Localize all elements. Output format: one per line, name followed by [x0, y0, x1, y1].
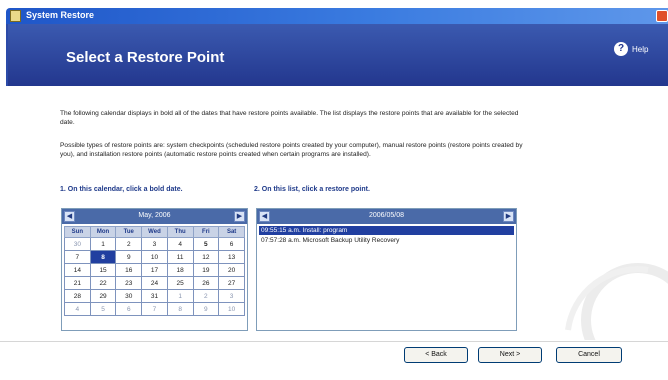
calendar-date-cell[interactable]: 30	[115, 289, 143, 303]
calendar-date-cell[interactable]: 16	[115, 263, 143, 277]
calendar-date-cell[interactable]: 21	[64, 276, 91, 290]
calendar-date-cell[interactable]: 4	[166, 237, 194, 251]
calendar-date-cell[interactable]: 6	[115, 302, 143, 316]
cancel-button[interactable]: Cancel	[556, 347, 622, 363]
window-title: System Restore	[26, 10, 95, 20]
list-next-day-button[interactable]: ▶	[503, 211, 514, 222]
calendar-date-cell[interactable]: 23	[115, 276, 143, 290]
calendar-date-cell[interactable]: 25	[166, 276, 194, 290]
calendar-date-cell[interactable]: 12	[192, 250, 220, 264]
calendar-day-header: Thu	[166, 226, 194, 238]
calendar-day-header: Fri	[192, 226, 220, 238]
list-header: ◀ 2006/05/08 ▶	[257, 209, 516, 224]
calendar-date-cell[interactable]: 30	[64, 237, 91, 251]
list-date-label: 2006/05/08	[368, 212, 405, 219]
back-button[interactable]: < Back	[404, 347, 468, 363]
calendar-date-cell[interactable]: 7	[141, 302, 168, 316]
calendar-month-label: May, 2006	[138, 212, 171, 219]
calendar-date-cell[interactable]: 22	[89, 276, 117, 290]
help-icon: ?	[614, 42, 628, 56]
calendar-week-row: 28 29 30 31 1 2 3	[64, 289, 245, 303]
calendar-date-cell[interactable]: 13	[218, 250, 245, 264]
calendar-grid: Sun Mon Tue Wed Thu Fri Sat 30 1 2 3 4 5 6 7 8 9 10 11 12 1…	[64, 226, 245, 316]
calendar-date-cell[interactable]: 4	[64, 302, 91, 316]
calendar-date-cell[interactable]: 14	[64, 263, 91, 277]
calendar-next-month-button[interactable]: ▶	[234, 211, 245, 222]
next-button[interactable]: Next >	[478, 347, 542, 363]
calendar-day-header: Sat	[218, 226, 245, 238]
restore-point-row[interactable]: 09:55:15 a.m. Install: program	[259, 226, 514, 235]
calendar-week-row: 14 15 16 17 18 19 20	[64, 263, 245, 277]
calendar-date-cell[interactable]: 27	[218, 276, 245, 290]
calendar-date-cell[interactable]: 18	[166, 263, 194, 277]
close-icon[interactable]	[656, 10, 668, 22]
header-banner: Select a Restore Point ? Help	[6, 24, 668, 86]
page-title: Select a Restore Point	[66, 49, 225, 66]
title-bar[interactable]: System Restore	[6, 8, 668, 24]
calendar-date-cell[interactable]: 9	[192, 302, 220, 316]
calendar-date-cell[interactable]: 28	[64, 289, 91, 303]
help-button[interactable]: ? Help	[614, 42, 648, 56]
calendar-date-cell[interactable]: 8	[89, 250, 117, 264]
calendar-date-cell[interactable]: 6	[218, 237, 245, 251]
calendar-date-cell[interactable]: 10	[218, 302, 245, 316]
calendar-date-cell[interactable]: 1	[89, 237, 117, 251]
system-restore-window: System Restore Select a Restore Point ? …	[0, 0, 668, 380]
footer-divider	[0, 341, 668, 342]
calendar-week-row: 4 5 6 7 8 9 10	[64, 302, 245, 316]
calendar-instruction: 1. On this calendar, click a bold date.	[60, 186, 183, 193]
calendar-date-cell[interactable]: 3	[141, 237, 168, 251]
calendar-date-cell[interactable]: 17	[141, 263, 168, 277]
calendar-date-cell[interactable]: 8	[166, 302, 194, 316]
calendar-date-cell[interactable]: 2	[115, 237, 143, 251]
calendar-date-cell[interactable]: 15	[89, 263, 117, 277]
calendar-date-cell[interactable]: 11	[166, 250, 194, 264]
help-label: Help	[632, 44, 649, 54]
calendar-date-cell[interactable]: 24	[141, 276, 168, 290]
calendar-day-header: Sun	[64, 226, 91, 238]
calendar-date-cell[interactable]: 10	[141, 250, 168, 264]
calendar-date-cell[interactable]: 19	[192, 263, 220, 277]
calendar-day-header: Wed	[141, 226, 168, 238]
calendar: ◀ May, 2006 ▶ Sun Mon Tue Wed Thu Fri Sat 30 1 2…	[61, 208, 248, 331]
calendar-week-row: 30 1 2 3 4 5 6	[64, 237, 245, 251]
intro-text: The following calendar displays in bold …	[60, 110, 519, 126]
calendar-date-cell[interactable]: 31	[141, 289, 168, 303]
calendar-date-cell[interactable]: 9	[115, 250, 143, 264]
calendar-week-row: 7 8 9 10 11 12 13	[64, 250, 245, 264]
restore-point-list: ◀ 2006/05/08 ▶ 09:55:15 a.m. Install: pr…	[256, 208, 517, 331]
calendar-header: ◀ May, 2006 ▶	[62, 209, 247, 224]
calendar-date-cell[interactable]: 26	[192, 276, 220, 290]
calendar-day-header: Tue	[115, 226, 143, 238]
calendar-date-cell[interactable]: 20	[218, 263, 245, 277]
calendar-date-cell[interactable]: 1	[166, 289, 194, 303]
restore-point-row[interactable]: 07:57:28 a.m. Microsoft Backup Utility R…	[259, 236, 514, 245]
list-instruction: 2. On this list, click a restore point.	[254, 186, 370, 193]
app-icon	[10, 10, 21, 22]
calendar-date-cell[interactable]: 5	[192, 237, 220, 251]
calendar-date-cell[interactable]: 5	[89, 302, 117, 316]
calendar-date-cell[interactable]: 2	[192, 289, 220, 303]
calendar-date-cell[interactable]: 29	[89, 289, 117, 303]
calendar-week-row: 21 22 23 24 25 26 27	[64, 276, 245, 290]
restore-types-text: Possible types of restore points are: sy…	[60, 142, 523, 158]
calendar-date-cell[interactable]: 7	[64, 250, 91, 264]
calendar-day-header: Mon	[89, 226, 117, 238]
calendar-date-cell[interactable]: 3	[218, 289, 245, 303]
restore-watermark-graphic	[565, 263, 668, 340]
